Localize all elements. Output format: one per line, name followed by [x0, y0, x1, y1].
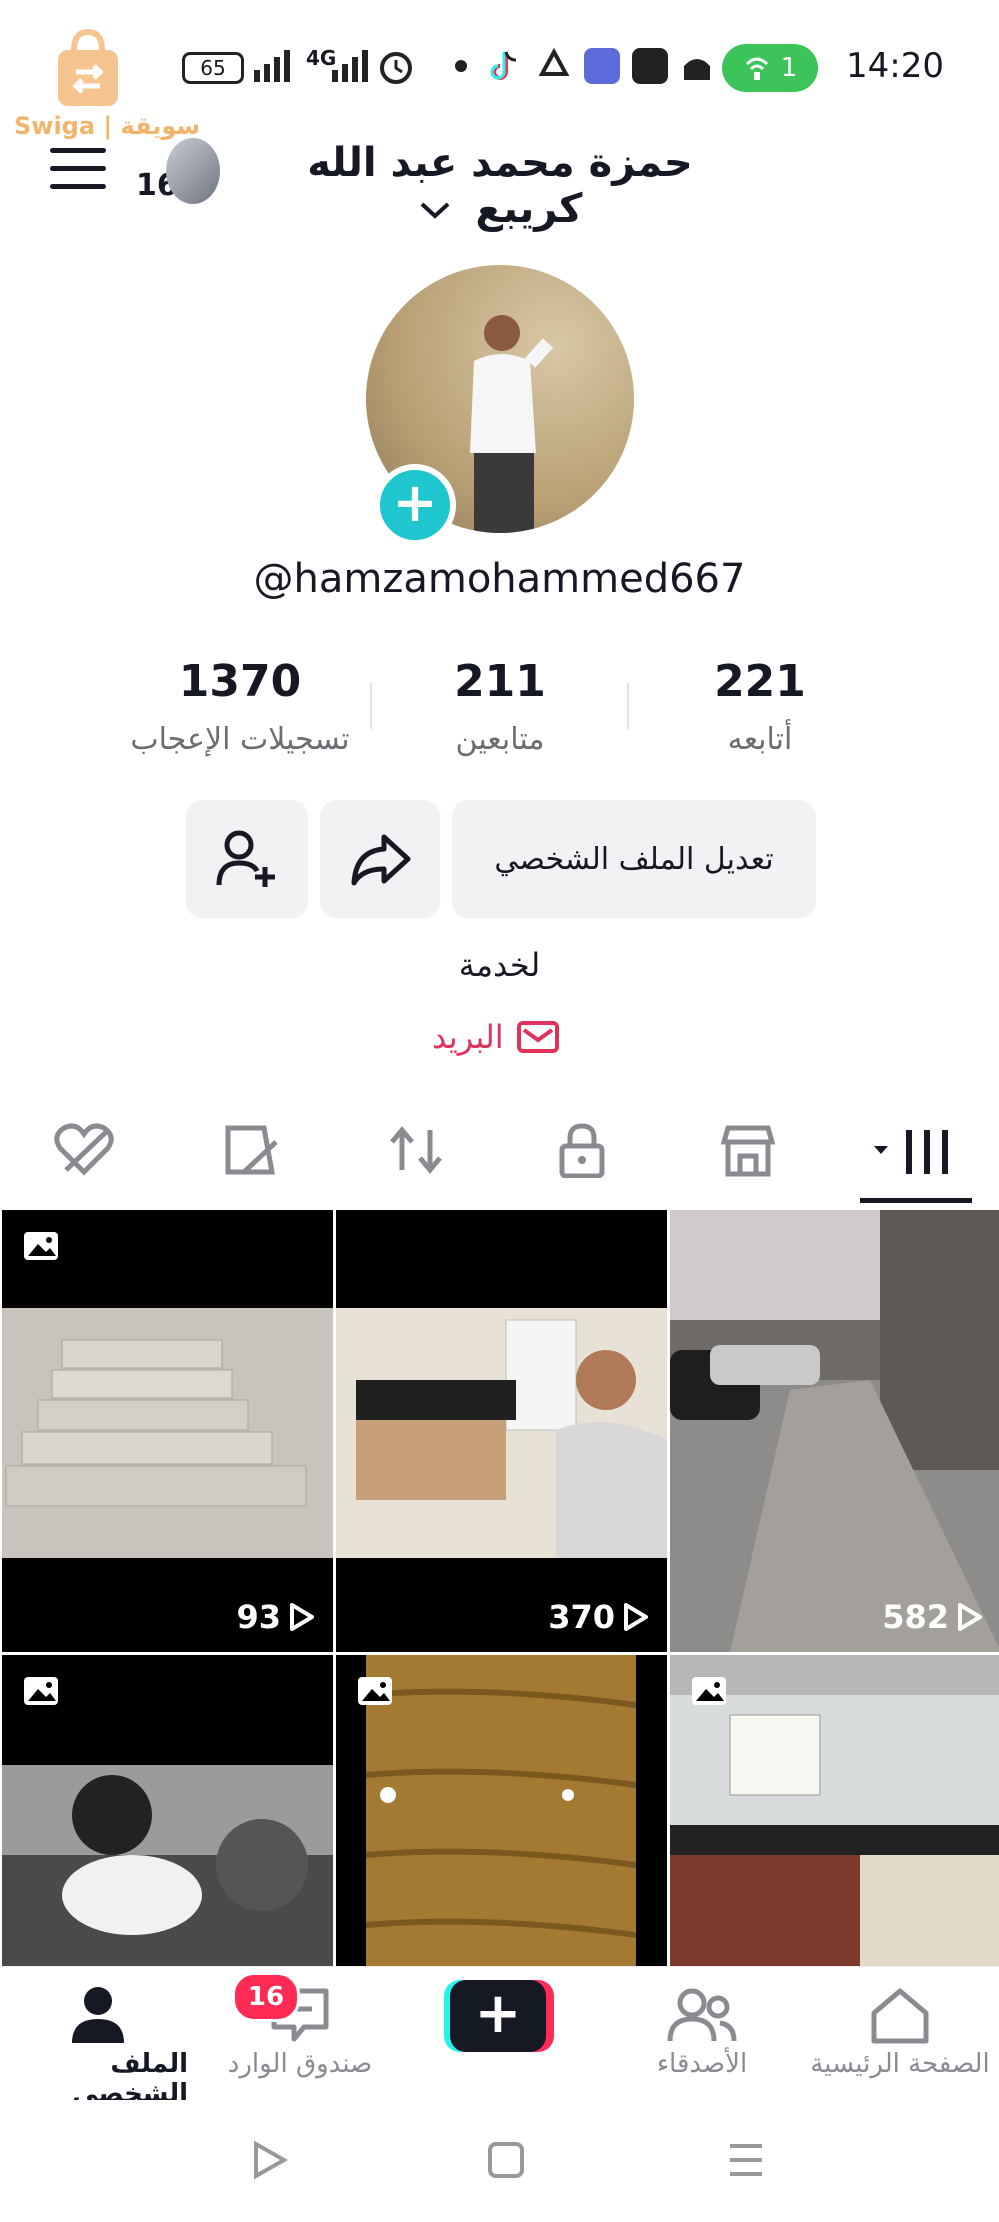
shop-icon	[720, 1125, 776, 1177]
plus-icon: +	[450, 1980, 546, 2052]
menu-icon[interactable]	[50, 148, 106, 192]
add-friend-button[interactable]	[186, 800, 308, 918]
grid-videos-icon	[874, 1130, 948, 1174]
nav-home[interactable]: الصفحة الرئيسية	[810, 1985, 990, 2079]
nav-friends-label: الأصدقاء	[656, 2049, 748, 2079]
nav-inbox-label: صندوق الوارد	[227, 2049, 373, 2079]
video-thumbnail[interactable]	[2, 1655, 333, 1966]
tab-shop[interactable]	[708, 1110, 788, 1190]
photo-post-icon	[24, 1232, 58, 1260]
likes-count: 1370	[178, 656, 302, 707]
status-bar: Swiga | سويقة 65 4G 1 14:20	[0, 0, 999, 140]
bio-text: لخدمة	[458, 946, 541, 984]
share-profile-button[interactable]	[320, 800, 440, 918]
battery-indicator: 65	[182, 52, 244, 84]
home-icon	[871, 1988, 929, 2044]
video-thumbnail[interactable]: 93	[2, 1210, 333, 1652]
status-dot	[455, 60, 467, 72]
photo-post-icon	[24, 1677, 58, 1705]
followers-count[interactable]: 211	[400, 656, 600, 707]
video-thumbnail[interactable]: 582	[670, 1210, 999, 1652]
signal-icon	[254, 50, 290, 82]
profile-name: حمزة محمد عبد الله كريبع	[307, 140, 693, 232]
view-count: 370	[548, 1598, 649, 1636]
mail-icon	[516, 1021, 559, 1053]
play-icon	[958, 1603, 982, 1631]
add-avatar-button[interactable]: +	[374, 464, 456, 546]
following-label[interactable]: أتابعه	[660, 722, 860, 757]
alarm-icon	[380, 52, 412, 84]
photo-post-icon	[358, 1677, 392, 1705]
video-thumbnail[interactable]	[336, 1655, 667, 1966]
profile-icon	[72, 1987, 124, 2043]
video-thumbnail[interactable]	[670, 1655, 999, 1966]
profile-name-dropdown[interactable]: حمزة محمد عبد الله كريبع	[260, 140, 740, 232]
avatar-photo	[470, 315, 554, 533]
photo-post-icon	[692, 1677, 726, 1705]
stairs-photo	[2, 1210, 333, 1652]
likes-label: تسجيلات الإعجاب	[130, 722, 350, 757]
signal-icon-2	[332, 50, 368, 82]
stat-divider	[627, 683, 629, 729]
home-square-icon[interactable]	[486, 2140, 526, 2180]
play-icon	[624, 1603, 648, 1631]
swiga-logo-icon	[58, 28, 118, 106]
nav-profile[interactable]: الملف الشخصي	[8, 1985, 188, 2109]
tab-reposts[interactable]	[376, 1110, 456, 1190]
email-link[interactable]: البريد	[432, 1018, 560, 1056]
followers-label[interactable]: متابعين	[400, 722, 600, 757]
chevron-down-icon	[420, 202, 449, 219]
repost-icon	[390, 1126, 442, 1174]
inbox-badge: 16	[232, 1972, 300, 2022]
tab-liked[interactable]	[44, 1110, 124, 1190]
hotspot-icon	[745, 57, 768, 80]
bookmark-hidden-icon	[225, 1125, 278, 1175]
nav-home-label: الصفحة الرئيسية	[810, 2049, 990, 2079]
tiktok-icon	[490, 51, 517, 80]
app-notification-icon	[584, 48, 620, 84]
share-icon	[351, 834, 411, 886]
username-handle: @hamzamohammed667	[253, 556, 746, 602]
following-count[interactable]: 221	[660, 656, 860, 707]
tab-favorites[interactable]	[210, 1110, 290, 1190]
play-icon	[290, 1603, 314, 1631]
nav-friends[interactable]: الأصدقاء	[612, 1985, 792, 2079]
add-user-icon	[216, 830, 275, 887]
app-notification-icon-2	[632, 48, 668, 84]
street-photo	[670, 1210, 999, 1652]
create-button[interactable]: +	[444, 1980, 554, 2052]
lock-icon	[559, 1123, 605, 1178]
recycle-icon	[538, 48, 570, 76]
account-switch-avatar[interactable]	[166, 138, 220, 204]
watermark-text: Swiga | سويقة	[14, 112, 201, 140]
view-count: 582	[882, 1598, 983, 1636]
edit-profile-button[interactable]: تعديل الملف الشخصي	[452, 800, 816, 918]
tab-videos[interactable]	[868, 1110, 968, 1190]
hotspot-indicator: 1	[722, 44, 818, 92]
view-count: 93	[236, 1598, 315, 1636]
edit-profile-label: تعديل الملف الشخصي	[494, 841, 774, 877]
tab-private[interactable]	[542, 1110, 622, 1190]
mosque-icon	[684, 59, 710, 80]
heart-hidden-icon	[54, 1123, 114, 1176]
video-thumbnail[interactable]: 370	[336, 1210, 667, 1652]
kitchen-selfie-photo	[336, 1210, 667, 1652]
recents-menu-icon[interactable]	[726, 2140, 766, 2180]
stat-divider	[370, 683, 372, 729]
email-label: البريد	[432, 1018, 504, 1056]
hotspot-count: 1	[780, 53, 798, 83]
system-navigation-bar	[0, 2100, 999, 2222]
clock: 14:20	[846, 46, 944, 86]
friends-icon	[667, 1988, 737, 2042]
back-play-icon[interactable]	[250, 2140, 290, 2180]
active-tab-indicator	[860, 1198, 972, 1203]
